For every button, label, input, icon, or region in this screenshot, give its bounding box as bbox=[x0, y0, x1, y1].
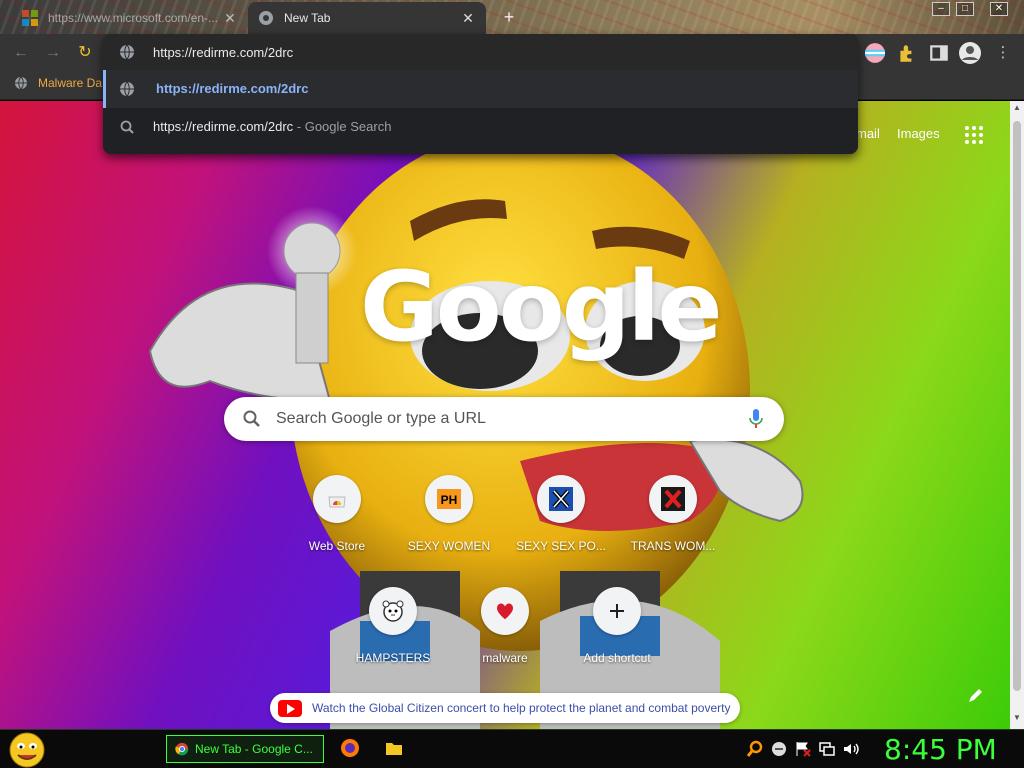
microsoft-icon bbox=[22, 10, 38, 26]
shortcut-web-store[interactable]: Web Store bbox=[281, 475, 393, 571]
profile-flag-icon[interactable] bbox=[864, 42, 886, 64]
shortcut-label: SEXY SEX PO... bbox=[516, 539, 606, 553]
forward-button[interactable]: → bbox=[42, 42, 64, 64]
page-scrollbar[interactable]: ▲ ▼ bbox=[1010, 101, 1024, 729]
gmail-link[interactable]: mail bbox=[856, 126, 880, 141]
tab-new-tab[interactable]: New Tab ✕ bbox=[248, 2, 486, 34]
minimize-button[interactable]: – bbox=[932, 2, 950, 16]
reload-button[interactable]: ↻ bbox=[74, 42, 96, 64]
network-icon[interactable] bbox=[818, 740, 836, 758]
search-icon bbox=[243, 410, 260, 427]
globe-icon bbox=[120, 44, 134, 60]
firefox-icon[interactable] bbox=[340, 738, 360, 758]
search-input[interactable] bbox=[276, 405, 736, 433]
omnibox-suggestion-search[interactable]: https://redirme.com/2drc - Google Search bbox=[103, 108, 858, 146]
shortcut-tile bbox=[481, 587, 529, 635]
tab-title: https://www.microsoft.com/en-... bbox=[48, 11, 219, 25]
volume-icon[interactable] bbox=[842, 740, 860, 758]
heart-icon bbox=[497, 603, 513, 620]
x-blue-icon bbox=[549, 487, 573, 511]
shortcut-label: HAMPSTERS bbox=[355, 651, 431, 665]
shortcut-label: Web Store bbox=[308, 539, 366, 553]
taskbar-item-chrome[interactable]: New Tab - Google C... bbox=[166, 735, 324, 763]
shortcut-tile bbox=[369, 587, 417, 635]
suggestion-text: https://redirme.com/2drc - Google Search bbox=[153, 119, 392, 134]
search-icon bbox=[120, 120, 134, 134]
customize-pencil-icon[interactable] bbox=[964, 685, 988, 709]
taskbar-clock[interactable]: 8:45 PM bbox=[884, 733, 997, 766]
hamster-icon bbox=[382, 600, 404, 622]
bookmark-malware[interactable]: Malware Da bbox=[14, 76, 102, 90]
maximize-button[interactable]: □ bbox=[956, 2, 974, 16]
shortcut-label: malware bbox=[482, 651, 528, 665]
search-tray-icon[interactable] bbox=[746, 740, 764, 758]
shortcut-trans-wom[interactable]: TRANS WOM... bbox=[617, 475, 729, 571]
add-shortcut-button[interactable]: Add shortcut bbox=[561, 587, 673, 683]
globe-icon bbox=[15, 76, 27, 90]
close-window-button[interactable]: ✕ bbox=[990, 2, 1008, 16]
shortcut-malware[interactable]: malware bbox=[449, 587, 561, 683]
back-button[interactable]: ← bbox=[10, 42, 32, 64]
shortcut-tile bbox=[313, 475, 361, 523]
status-tray-icon[interactable] bbox=[770, 740, 788, 758]
svg-text:PH: PH bbox=[441, 493, 458, 507]
extensions-icon[interactable] bbox=[896, 42, 918, 64]
tab-close-button[interactable]: ✕ bbox=[460, 10, 476, 27]
search-box[interactable] bbox=[224, 397, 784, 441]
tab-strip: https://www.microsoft.com/en-... ✕ New T… bbox=[0, 0, 1024, 34]
shortcut-label: SEXY WOMEN bbox=[407, 539, 491, 553]
chrome-icon bbox=[259, 11, 273, 25]
shortcut-sexy-sex-po[interactable]: SEXY SEX PO... bbox=[505, 475, 617, 571]
omnibox-suggestion-url[interactable]: https://redirme.com/2drc bbox=[103, 70, 858, 108]
taskbar-item-label: New Tab - Google C... bbox=[195, 742, 313, 756]
scroll-up-icon[interactable]: ▲ bbox=[1012, 103, 1022, 112]
shortcut-tile: PH bbox=[425, 475, 473, 523]
scroll-down-icon[interactable]: ▼ bbox=[1012, 713, 1022, 722]
ph-icon: PH bbox=[437, 489, 461, 509]
shortcut-tile bbox=[537, 475, 585, 523]
shortcut-hampsters[interactable]: HAMPSTERS bbox=[337, 587, 449, 683]
x-red-icon bbox=[661, 487, 685, 511]
shortcut-sexy-women[interactable]: PH SEXY WOMEN bbox=[393, 475, 505, 571]
images-link[interactable]: Images bbox=[897, 126, 940, 141]
sidebar-icon[interactable] bbox=[928, 42, 950, 64]
action-center-flag-icon[interactable] bbox=[794, 740, 812, 758]
new-tab-page: mail Images Google Web Store bbox=[0, 101, 1010, 729]
promo-banner[interactable]: Watch the Global Citizen concert to help… bbox=[270, 693, 740, 723]
google-logo: Google bbox=[360, 251, 722, 363]
promo-text: Watch the Global Citizen concert to help… bbox=[312, 701, 731, 715]
tab-microsoft[interactable]: https://www.microsoft.com/en-... ✕ bbox=[12, 2, 248, 34]
account-icon[interactable] bbox=[958, 41, 982, 65]
menu-icon[interactable]: ⋮ bbox=[992, 42, 1014, 64]
omnibox-input-row[interactable] bbox=[103, 34, 858, 70]
suggestion-suffix: - Google Search bbox=[293, 119, 392, 134]
tab-close-button[interactable]: ✕ bbox=[222, 10, 238, 27]
shortcut-tile bbox=[649, 475, 697, 523]
folder-icon[interactable] bbox=[384, 738, 404, 758]
youtube-icon bbox=[278, 699, 302, 717]
shortcut-tile bbox=[593, 587, 641, 635]
shortcut-label: Add shortcut bbox=[583, 651, 651, 665]
tab-title: New Tab bbox=[284, 11, 331, 25]
microphone-icon[interactable] bbox=[748, 408, 764, 430]
smiley-start-icon[interactable] bbox=[8, 732, 46, 768]
apps-grid-icon[interactable] bbox=[964, 125, 984, 145]
chrome-icon bbox=[175, 742, 189, 756]
bookmark-label: Malware Da bbox=[38, 76, 103, 90]
shortcut-label: TRANS WOM... bbox=[630, 539, 716, 553]
globe-icon bbox=[120, 81, 134, 97]
plus-icon bbox=[610, 604, 624, 618]
new-tab-button[interactable]: + bbox=[498, 6, 520, 28]
address-input[interactable] bbox=[153, 42, 833, 62]
suggestion-text: https://redirme.com/2drc bbox=[156, 81, 309, 96]
omnibox-dropdown: https://redirme.com/2drc https://redirme… bbox=[103, 34, 858, 154]
scrollbar-thumb[interactable] bbox=[1013, 121, 1021, 691]
taskbar: New Tab - Google C... 8:45 PM bbox=[0, 729, 1024, 768]
web-store-icon bbox=[328, 496, 346, 508]
